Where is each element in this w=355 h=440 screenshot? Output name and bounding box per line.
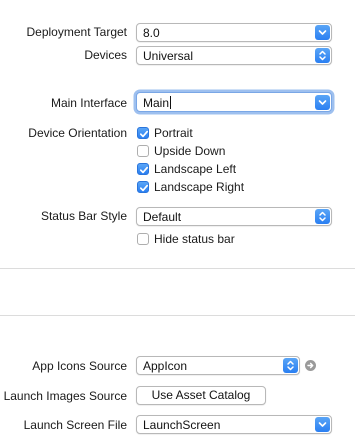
landscape-left-checkbox[interactable] bbox=[137, 163, 149, 175]
landscape-left-label[interactable]: Landscape Left bbox=[154, 162, 236, 176]
landscape-right-checkbox[interactable] bbox=[137, 181, 149, 193]
use-asset-catalog-button[interactable]: Use Asset Catalog bbox=[136, 386, 266, 405]
chevron-down-icon[interactable] bbox=[315, 94, 330, 110]
deployment-target-value: 8.0 bbox=[143, 26, 160, 40]
main-interface-value: Main bbox=[143, 96, 170, 110]
chevron-down-icon[interactable] bbox=[315, 417, 330, 432]
status-bar-style-label: Status Bar Style bbox=[40, 209, 127, 223]
hide-status-bar-checkbox[interactable] bbox=[137, 233, 149, 245]
app-icons-source-label: App Icons Source bbox=[32, 359, 127, 373]
app-icons-source-select[interactable]: AppIcon bbox=[136, 356, 300, 375]
main-interface-input[interactable]: Main bbox=[143, 96, 172, 110]
up-down-chevrons-icon bbox=[283, 358, 298, 373]
landscape-right-label[interactable]: Landscape Right bbox=[154, 180, 244, 194]
up-down-chevrons-icon bbox=[315, 209, 330, 224]
launch-screen-file-value: LaunchScreen bbox=[143, 418, 221, 432]
chevron-down-icon[interactable] bbox=[315, 25, 330, 40]
up-down-chevrons-icon bbox=[315, 48, 330, 63]
upside-down-checkbox[interactable] bbox=[137, 145, 149, 157]
main-interface-combobox[interactable]: Main bbox=[136, 92, 332, 112]
checkmark-icon bbox=[139, 184, 149, 192]
portrait-label[interactable]: Portrait bbox=[154, 126, 193, 140]
device-orientation-label: Device Orientation bbox=[28, 126, 127, 140]
checkmark-icon bbox=[139, 130, 149, 138]
launch-images-source-label: Launch Images Source bbox=[3, 389, 127, 403]
checkmark-icon bbox=[139, 166, 149, 174]
main-interface-label: Main Interface bbox=[50, 96, 127, 110]
text-caret bbox=[170, 96, 172, 109]
devices-label: Devices bbox=[84, 48, 127, 62]
status-bar-style-select[interactable]: Default bbox=[136, 207, 332, 226]
devices-select[interactable]: Universal bbox=[136, 46, 332, 65]
status-bar-style-value: Default bbox=[143, 210, 182, 224]
portrait-checkbox[interactable] bbox=[137, 127, 149, 139]
launch-screen-file-combobox[interactable]: LaunchScreen bbox=[136, 415, 332, 434]
deployment-target-combobox[interactable]: 8.0 bbox=[136, 23, 332, 42]
section-divider bbox=[0, 315, 355, 316]
devices-value: Universal bbox=[143, 49, 194, 63]
section-divider bbox=[0, 268, 355, 269]
upside-down-label[interactable]: Upside Down bbox=[154, 144, 225, 158]
arrow-right-circle-icon[interactable] bbox=[305, 360, 316, 371]
app-icons-source-value: AppIcon bbox=[143, 359, 188, 373]
launch-screen-file-label: Launch Screen File bbox=[23, 418, 127, 432]
hide-status-bar-label[interactable]: Hide status bar bbox=[154, 232, 235, 246]
deployment-target-label: Deployment Target bbox=[26, 25, 128, 39]
